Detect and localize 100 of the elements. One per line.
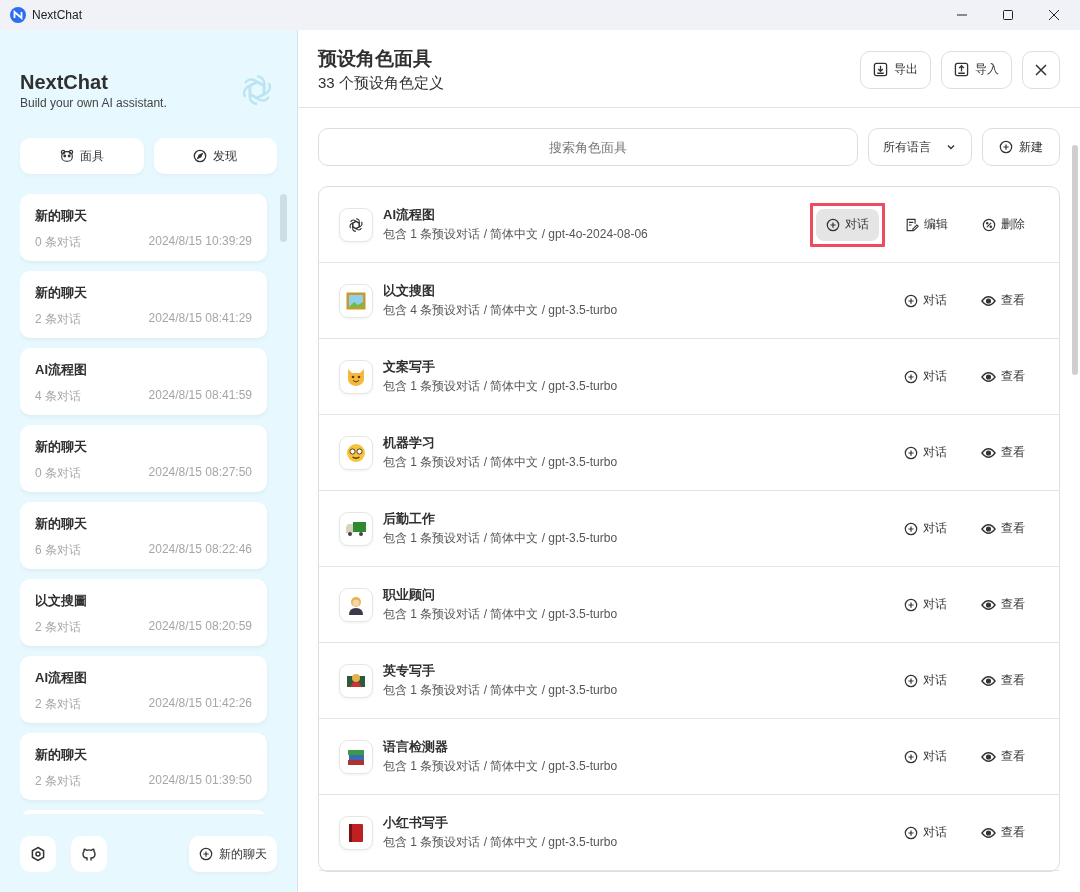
eye-icon xyxy=(981,445,996,460)
message-count: 2 条对话 xyxy=(35,311,81,328)
close-icon[interactable] xyxy=(1048,9,1060,21)
chat-time: 2024/8/15 08:41:59 xyxy=(148,388,252,404)
upload-icon xyxy=(954,62,969,77)
chat-time: 2024/8/15 01:42:26 xyxy=(148,696,252,712)
close-icon xyxy=(1034,62,1048,77)
app-title: NextChat xyxy=(20,70,109,94)
github-icon xyxy=(81,846,97,862)
plus-circle-icon xyxy=(904,825,918,840)
chat-button[interactable]: 对话 xyxy=(896,360,955,393)
chat-item[interactable]: AI流程图 4 条对话 2024/8/15 08:41:59 xyxy=(20,348,267,415)
eye-icon xyxy=(981,369,996,384)
page-subtitle: 33 个预设角色定义 xyxy=(318,74,444,93)
chat-time: 2024/8/15 08:20:59 xyxy=(148,619,252,635)
view-button[interactable]: 查看 xyxy=(973,740,1033,773)
eye-icon xyxy=(981,521,996,536)
settings-icon xyxy=(30,846,46,862)
settings-button[interactable] xyxy=(20,836,56,872)
message-count: 2 条对话 xyxy=(35,696,81,713)
chat-button[interactable]: 对话 xyxy=(896,436,955,469)
framed-picture-icon xyxy=(346,291,366,310)
mask-details: 包含 1 条预设对话 / 简体中文 / gpt-3.5-turbo xyxy=(383,834,619,851)
panda-face-icon xyxy=(59,149,74,163)
chat-button[interactable]: 对话 xyxy=(896,512,955,545)
mask-details: 包含 1 条预设对话 / 简体中文 / gpt-4o-2024-08-06 xyxy=(383,226,649,243)
mask-details: 包含 1 条预设对话 / 简体中文 / gpt-3.5-turbo xyxy=(383,454,619,471)
chat-button[interactable]: 对话 xyxy=(896,284,955,317)
mask-details: 包含 1 条预设对话 / 简体中文 / gpt-3.5-turbo xyxy=(383,758,619,775)
plus-circle-icon xyxy=(199,847,213,861)
view-button[interactable]: 查看 xyxy=(973,512,1033,545)
view-button[interactable]: 查看 xyxy=(973,588,1033,621)
eye-icon xyxy=(981,673,996,688)
chat-button[interactable]: 对话 xyxy=(896,816,955,849)
compass-icon xyxy=(193,149,208,163)
mask-details: 包含 1 条预设对话 / 简体中文 / gpt-3.5-turbo xyxy=(383,682,619,699)
mask-name: 文案写手 xyxy=(383,358,436,376)
mask-name: 职业顾问 xyxy=(383,586,436,604)
chat-time: 2024/8/15 08:41:29 xyxy=(148,311,252,327)
mask-button[interactable]: 面具 xyxy=(20,138,144,174)
mask-name: AI流程图 xyxy=(383,206,436,224)
chat-button[interactable]: 对话 xyxy=(816,208,879,241)
message-count: 0 条对话 xyxy=(35,234,81,251)
plus-circle-icon xyxy=(904,445,918,460)
chat-item[interactable]: 新的聊天 2 条对话 2024/8/15 08:41:29 xyxy=(20,271,267,338)
view-button[interactable]: 查看 xyxy=(973,664,1033,697)
download-icon xyxy=(873,62,888,77)
edit-button[interactable]: 编辑 xyxy=(897,208,956,241)
plus-circle-icon xyxy=(904,293,918,308)
plus-circle-icon xyxy=(904,673,918,688)
maximize-icon[interactable] xyxy=(1002,9,1014,21)
books-icon xyxy=(346,747,366,766)
discover-button[interactable]: 发现 xyxy=(153,138,277,174)
window-title: NextChat xyxy=(32,8,83,22)
language-select[interactable]: 所有语言 xyxy=(868,128,972,166)
view-button[interactable]: 查看 xyxy=(973,360,1033,393)
scrollbar-thumb[interactable] xyxy=(1072,145,1078,375)
chat-item[interactable]: 新的聊天 0 条对话 2024/8/15 08:27:50 xyxy=(20,425,267,492)
mask-name: 以文搜图 xyxy=(383,282,436,300)
message-count: 2 条对话 xyxy=(35,773,81,790)
github-button[interactable] xyxy=(71,836,107,872)
mask-name: 机器学习 xyxy=(383,434,436,452)
message-count: 6 条对话 xyxy=(35,542,81,559)
chat-button[interactable]: 对话 xyxy=(896,740,955,773)
mask-details: 包含 4 条预设对话 / 简体中文 / gpt-3.5-turbo xyxy=(383,302,619,319)
plus-circle-icon xyxy=(826,217,840,232)
plus-circle-icon xyxy=(904,749,918,764)
chat-item[interactable]: 以文搜圖 2 条对话 2024/8/15 08:20:59 xyxy=(20,579,267,646)
view-button[interactable]: 查看 xyxy=(973,284,1033,317)
import-button[interactable]: 导入 xyxy=(941,50,1012,89)
chat-item[interactable]: 新的聊天 2 条对话 2024/8/15 01:39:50 xyxy=(20,733,267,800)
delete-icon xyxy=(982,217,996,232)
chat-time: 2024/8/15 08:27:50 xyxy=(148,465,252,481)
mask-name: 小红书写手 xyxy=(383,814,449,832)
chat-button[interactable]: 对话 xyxy=(896,588,955,621)
chat-button[interactable]: 对话 xyxy=(896,664,955,697)
search-field[interactable]: 搜索角色面具 xyxy=(318,128,858,166)
truck-icon xyxy=(345,520,367,537)
mask-name: 后勤工作 xyxy=(383,510,436,528)
chat-time: 2024/8/15 08:22:46 xyxy=(148,542,252,558)
eye-icon xyxy=(981,825,996,840)
message-count: 0 条对话 xyxy=(35,465,81,482)
view-button[interactable]: 查看 xyxy=(973,436,1033,469)
new-chat-button[interactable]: 新的聊天 xyxy=(189,836,277,872)
mask-details: 包含 1 条预设对话 / 简体中文 / gpt-3.5-turbo xyxy=(383,530,619,547)
eye-icon xyxy=(981,293,996,308)
view-button[interactable]: 查看 xyxy=(973,816,1033,849)
scrollbar-thumb[interactable] xyxy=(280,194,287,242)
chat-item[interactable]: 新的聊天 0 条对话 2024/8/15 10:39:29 xyxy=(20,194,267,261)
export-button[interactable]: 导出 xyxy=(860,50,931,89)
mask-name: 语言检测器 xyxy=(383,738,449,756)
new-mask-button[interactable]: 新建 xyxy=(982,128,1060,166)
delete-button[interactable]: 删除 xyxy=(974,208,1033,241)
eye-icon xyxy=(981,749,996,764)
cat-face-icon xyxy=(346,367,366,386)
close-button[interactable] xyxy=(1022,50,1060,89)
glasses-face-icon xyxy=(346,442,366,463)
chat-item[interactable]: 新的聊天 6 条对话 2024/8/15 08:22:46 xyxy=(20,502,267,569)
chat-item[interactable]: AI流程图 2 条对话 2024/8/15 01:42:26 xyxy=(20,656,267,723)
edit-icon xyxy=(905,217,919,232)
